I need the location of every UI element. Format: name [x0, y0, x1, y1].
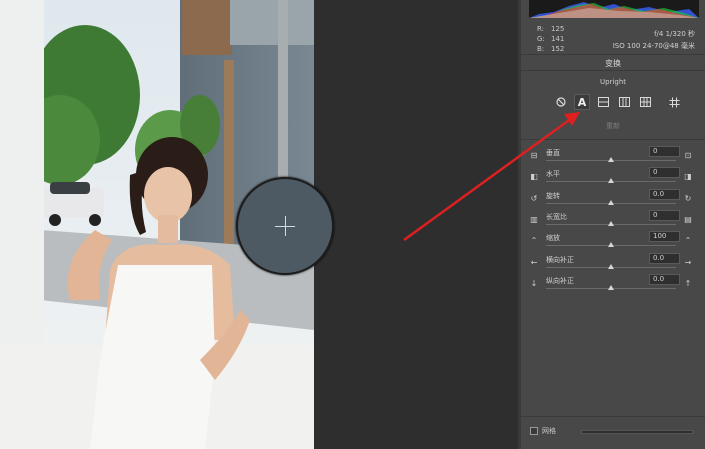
slider-thumb[interactable]: [608, 178, 614, 184]
full-grid-icon: [639, 97, 651, 107]
slider-row: ↺ 旋转 0.0 ↻: [521, 188, 705, 212]
slider-right-icon[interactable]: ◨: [683, 172, 693, 181]
slider-left-icon[interactable]: ↓: [529, 279, 539, 288]
g-label: G:: [537, 35, 545, 43]
upright-level-button[interactable]: [595, 94, 611, 110]
transform-panel: R: 125 G: 141 B: 152 f/4 1/320 秒 ISO 100 24…: [521, 0, 705, 449]
slider-row: ▥ 长宽比 0 ▤: [521, 209, 705, 233]
slider-thumb[interactable]: [608, 199, 614, 205]
level-icon: [597, 97, 609, 107]
divider: [521, 70, 705, 71]
upright-buttons: A: [553, 93, 682, 111]
upright-off-button[interactable]: [553, 94, 569, 110]
slider-right-icon[interactable]: →: [683, 258, 693, 267]
canvas-background: [314, 0, 521, 449]
slider-value-input[interactable]: 0.0: [649, 252, 680, 264]
vertical-icon: [618, 97, 630, 107]
upright-vertical-button[interactable]: [616, 94, 632, 110]
auto-a-icon: A: [577, 95, 587, 109]
g-value: 141: [551, 35, 565, 43]
slider-right-icon[interactable]: ⌃: [683, 236, 693, 245]
slider-row: ◧ 水平 0 ◨: [521, 167, 705, 190]
slider-label: 长宽比: [546, 212, 567, 221]
slider-thumb[interactable]: [608, 263, 614, 269]
slider-left-icon[interactable]: ↺: [529, 194, 539, 203]
guided-upright-button[interactable]: [666, 94, 682, 110]
slider-value-input[interactable]: 0: [649, 146, 680, 157]
slider-left-icon[interactable]: ⌃: [529, 236, 539, 245]
slider-row: ↓ 纵向补正 0.0 ↑: [521, 273, 705, 297]
section-title: 变换: [605, 59, 621, 68]
lens-info: ISO 100 24-70@48 毫米: [612, 42, 695, 50]
slider-right-icon[interactable]: ↻: [683, 194, 693, 203]
histogram: [529, 0, 699, 18]
slider-label: 水平: [546, 170, 560, 179]
slider-row: ⊟ 垂直 0 ⊡: [521, 146, 705, 169]
slider-label: 旋转: [546, 191, 560, 200]
b-label: B:: [537, 45, 545, 53]
grid-label: 网格: [542, 427, 556, 435]
divider: [521, 416, 705, 417]
slider-left-icon[interactable]: ◧: [529, 172, 539, 181]
slider-row: ⌃ 缩放 100 ⌃: [521, 231, 705, 254]
guided-hash-icon: [669, 97, 679, 107]
histogram-graph: [529, 2, 699, 18]
slider-left-icon[interactable]: ▥: [529, 215, 539, 224]
divider: [521, 139, 705, 140]
slider-thumb[interactable]: [608, 220, 614, 226]
exposure-info: f/4 1/320 秒: [654, 30, 695, 38]
grid-checkbox[interactable]: [530, 427, 538, 435]
r-value: 125: [551, 25, 565, 33]
slider-value-input[interactable]: 0.0: [649, 273, 680, 285]
upright-label: Upright: [599, 78, 626, 86]
slider-thumb[interactable]: [608, 157, 614, 162]
slider-left-icon[interactable]: ←: [529, 258, 539, 267]
slider-value-input[interactable]: 0: [649, 209, 680, 221]
upright-auto-button[interactable]: A: [574, 94, 590, 110]
divider: [521, 54, 705, 55]
slider-left-icon[interactable]: ⊟: [529, 151, 539, 160]
slider-label: 纵向补正: [546, 276, 574, 285]
slider-label: 横向补正: [546, 255, 574, 264]
grid-size-slider[interactable]: [581, 430, 693, 434]
upright-full-button[interactable]: [637, 94, 653, 110]
r-label: R:: [537, 25, 545, 33]
slider-label: 垂直: [546, 149, 560, 157]
slider-right-icon[interactable]: ↑: [683, 279, 693, 288]
magnifier-loupe[interactable]: [236, 177, 334, 275]
prohibit-icon: [556, 97, 566, 107]
slider-thumb[interactable]: [608, 242, 614, 248]
b-value: 152: [551, 45, 565, 53]
reanalyze-button[interactable]: 重新: [521, 121, 705, 131]
slider-thumb[interactable]: [608, 284, 614, 290]
slider-row: ← 横向补正 0.0 →: [521, 252, 705, 276]
grid-option[interactable]: 网格: [530, 426, 556, 436]
camera-info: f/4 1/320 秒 ISO 100 24-70@48 毫米: [613, 28, 695, 52]
slider-right-icon[interactable]: ⊡: [683, 151, 693, 160]
crosshair-icon-vertical: [285, 216, 286, 236]
slider-value-input[interactable]: 0.0: [649, 188, 680, 200]
rgb-readout: R: 125 G: 141 B: 152: [537, 24, 565, 54]
slider-value-input[interactable]: 0: [649, 167, 680, 179]
slider-label: 缩放: [546, 234, 560, 243]
slider-right-icon[interactable]: ▤: [683, 215, 693, 224]
slider-value-input[interactable]: 100: [649, 231, 680, 243]
